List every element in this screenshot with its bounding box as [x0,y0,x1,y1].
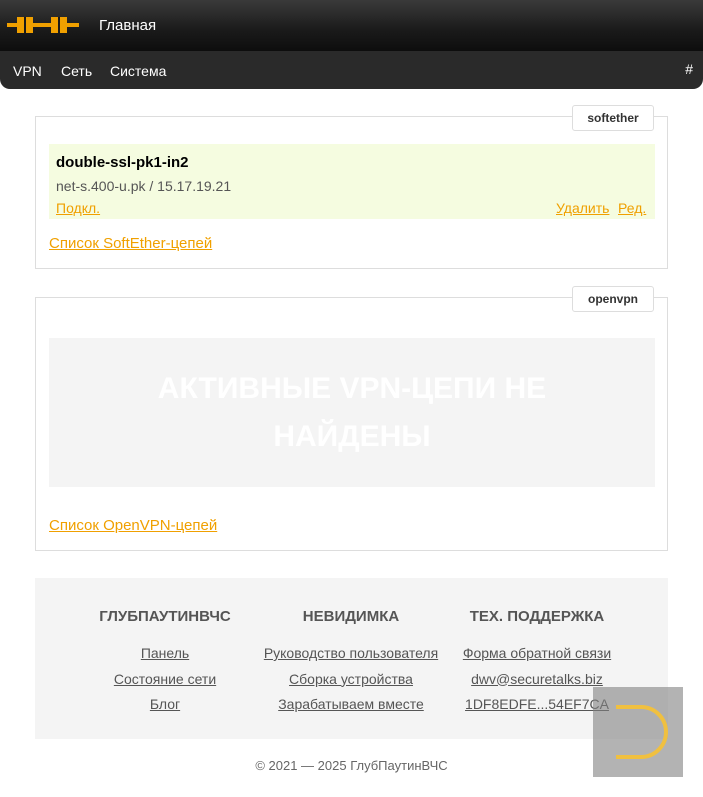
openvpn-list-link[interactable]: Список OpenVPN-цепей [49,517,217,534]
footer-link-feedback[interactable]: Форма обратной связи [437,645,637,671]
panel-tag-openvpn: openvpn [572,286,654,312]
chain-host: net-s.400-u.pk / 15.17.19.21 [56,178,232,194]
nav-item-network[interactable]: Сеть [61,63,92,79]
footer-link-user-guide[interactable]: Руководство пользователя [251,645,451,671]
footer-column-title: Тех. поддержка [469,608,605,625]
logo-icon[interactable] [7,16,79,34]
nav-item-system[interactable]: Система [110,63,166,79]
footer-link-blog[interactable]: Блог [65,696,265,722]
footer-link-earn-together[interactable]: Зарабатываем вместе [251,696,451,722]
footer-column-brand: ГлубПаутинВЧС Панель Состояние сети Блог [65,608,265,722]
nav-item-vpn[interactable]: VPN [13,63,42,79]
connect-link[interactable]: Подкл. [56,200,100,216]
openvpn-panel: openvpn Активные VPN-цепи не найдены Спи… [35,286,668,551]
panel-tag-softether: softether [572,105,654,131]
footer-column-title: Невидимка [302,608,400,625]
footer: ГлубПаутинВЧС Панель Состояние сети Блог… [35,578,668,739]
chain-name: double-ssl-pk1-in2 [56,154,189,171]
loading-spinner-icon [616,705,668,759]
chain-card: double-ssl-pk1-in2 net-s.400-u.pk / 15.1… [49,144,655,219]
loading-overlay [593,687,683,777]
footer-column-invisible: Невидимка Руководство пользователя Сборк… [251,608,451,722]
nav-hash-link[interactable]: # [685,61,693,77]
edit-link[interactable]: Ред. [618,200,646,216]
empty-state-text: Активные VPN-цепи не найдены [157,371,547,453]
footer-link-network-status[interactable]: Состояние сети [65,671,265,697]
delete-link[interactable]: Удалить [556,200,609,216]
home-link[interactable]: Главная [99,17,156,34]
footer-link-panel[interactable]: Панель [65,645,265,671]
empty-state: Активные VPN-цепи не найдены [49,338,655,487]
softether-list-link[interactable]: Список SoftEther-цепей [49,235,212,252]
top-bar: Главная [0,0,703,51]
footer-link-device-build[interactable]: Сборка устройства [251,671,451,697]
main-nav: VPN Сеть Система # [0,51,703,89]
softether-panel: softether double-ssl-pk1-in2 net-s.400-u… [35,105,668,269]
footer-column-title: ГлубПаутинВЧС [99,608,231,625]
